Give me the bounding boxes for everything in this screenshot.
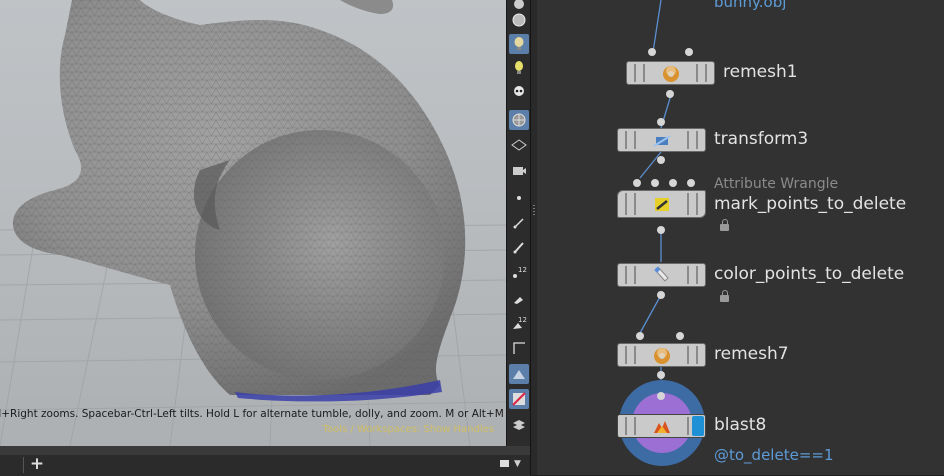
primitive-number-icon[interactable]: 12 [509, 313, 529, 333]
headlight-icon[interactable] [509, 34, 529, 54]
input-connector[interactable] [687, 179, 695, 187]
input-connector[interactable] [657, 392, 665, 400]
display-flag[interactable] [696, 266, 698, 284]
node-label[interactable]: remesh1 [723, 62, 798, 82]
node-label[interactable]: transform3 [714, 129, 808, 149]
node-color-points-to-delete[interactable] [617, 263, 706, 287]
input-connector[interactable] [657, 118, 665, 126]
vector-icon[interactable] [509, 213, 529, 233]
ghost-icon[interactable] [509, 58, 529, 78]
brush-icon[interactable] [509, 288, 529, 308]
chevron-down-icon: ▼ [514, 459, 521, 469]
blast-icon [653, 421, 670, 433]
top-node-info: bunny.obj [714, 0, 787, 11]
bypass-flag[interactable] [634, 64, 636, 82]
display-toolbar: 12 12 [506, 0, 531, 446]
point-number-icon[interactable]: 12 [509, 262, 529, 282]
bypass-flag[interactable] [625, 417, 627, 435]
node-type-label: Attribute Wrangle [714, 176, 839, 192]
scene-render [0, 0, 506, 446]
wireframe-shaded-icon[interactable] [509, 110, 529, 130]
bypass-flag[interactable] [625, 193, 627, 215]
point-icon[interactable] [509, 188, 529, 208]
output-connector[interactable] [657, 156, 665, 164]
donut-icon [653, 348, 670, 364]
template-flag[interactable] [687, 266, 689, 284]
bypass-flag[interactable] [625, 346, 627, 364]
lighting-icon[interactable] [509, 10, 529, 30]
tab-separator [23, 457, 24, 473]
uv-icon[interactable] [509, 338, 529, 358]
network-editor[interactable]: bunny.obj remesh1 transform3 Attribute W… [537, 0, 944, 475]
viewport-layout-dropdown[interactable]: ▼ [500, 459, 526, 471]
node-label[interactable]: mark_points_to_delete [714, 194, 906, 214]
template-flag[interactable] [696, 64, 698, 82]
shading-mode-icon[interactable] [509, 364, 529, 384]
template-flag[interactable] [687, 131, 689, 149]
input-connector[interactable] [633, 179, 641, 187]
svg-text:12: 12 [518, 316, 527, 324]
node-label[interactable]: blast8 [714, 415, 766, 435]
node-transform3[interactable] [617, 128, 706, 152]
display-flag[interactable] [696, 346, 698, 364]
lock-flag[interactable] [634, 417, 636, 435]
node-blast8[interactable] [617, 414, 706, 438]
donut-icon [662, 66, 679, 82]
tab-strip [0, 447, 530, 455]
scene-viewport[interactable]: rl+Right zooms. Spacebar-Ctrl-Left tilts… [0, 0, 506, 446]
bypass-flag[interactable] [625, 131, 627, 149]
bunny-mesh [12, 0, 466, 402]
node-remesh7[interactable] [617, 343, 706, 367]
bypass-flag[interactable] [625, 266, 627, 284]
skull-icon[interactable] [509, 83, 529, 103]
lock-flag[interactable] [634, 131, 636, 149]
template-flag[interactable] [687, 193, 689, 215]
display-flag[interactable] [696, 193, 698, 215]
node-label[interactable]: remesh7 [714, 344, 789, 364]
output-connector[interactable] [657, 371, 665, 379]
input-connector[interactable] [685, 48, 693, 56]
input-connector[interactable] [651, 179, 659, 187]
splitter-grip[interactable] [533, 205, 535, 217]
paint-tube-icon [653, 266, 669, 282]
viewport-hint-text: rl+Right zooms. Spacebar-Ctrl-Left tilts… [0, 408, 506, 420]
display-flag[interactable] [692, 416, 704, 436]
display-flag[interactable] [696, 131, 698, 149]
display-flag[interactable] [705, 64, 707, 82]
lock-icon [720, 219, 729, 231]
template-flag[interactable] [687, 346, 689, 364]
node-mark-points-to-delete[interactable] [617, 190, 706, 218]
node-label[interactable]: color_points_to_delete [714, 264, 904, 284]
lock-icon [720, 290, 729, 302]
lock-flag[interactable] [634, 346, 636, 364]
input-connector[interactable] [669, 179, 677, 187]
transform-icon [652, 135, 671, 147]
visibility-icon[interactable] [509, 135, 529, 155]
output-connector[interactable] [666, 90, 674, 98]
node-info-text: @to_delete==1 [714, 446, 834, 464]
template-flag[interactable] [687, 417, 689, 435]
layout-icon [500, 460, 509, 467]
svg-text:12: 12 [518, 266, 527, 274]
camera-icon[interactable] [509, 160, 529, 180]
wrangle-icon [654, 198, 669, 211]
layers-icon[interactable] [509, 414, 529, 434]
lock-flag[interactable] [634, 266, 636, 284]
output-connector[interactable] [657, 291, 665, 299]
input-connector[interactable] [676, 332, 684, 340]
output-connector[interactable] [657, 226, 665, 234]
lock-flag[interactable] [643, 64, 645, 82]
desktop-tab-bar: + ▼ [0, 446, 530, 476]
add-tab-button[interactable]: + [27, 455, 47, 475]
normal-icon[interactable] [509, 237, 529, 257]
lock-flag[interactable] [634, 193, 636, 215]
node-remesh1[interactable] [626, 61, 715, 85]
background-icon[interactable] [509, 389, 529, 409]
viewport-sub-hint: Tools / Workspaces: Show Handles [322, 424, 494, 435]
input-connector[interactable] [648, 48, 656, 56]
input-connector[interactable] [636, 332, 644, 340]
